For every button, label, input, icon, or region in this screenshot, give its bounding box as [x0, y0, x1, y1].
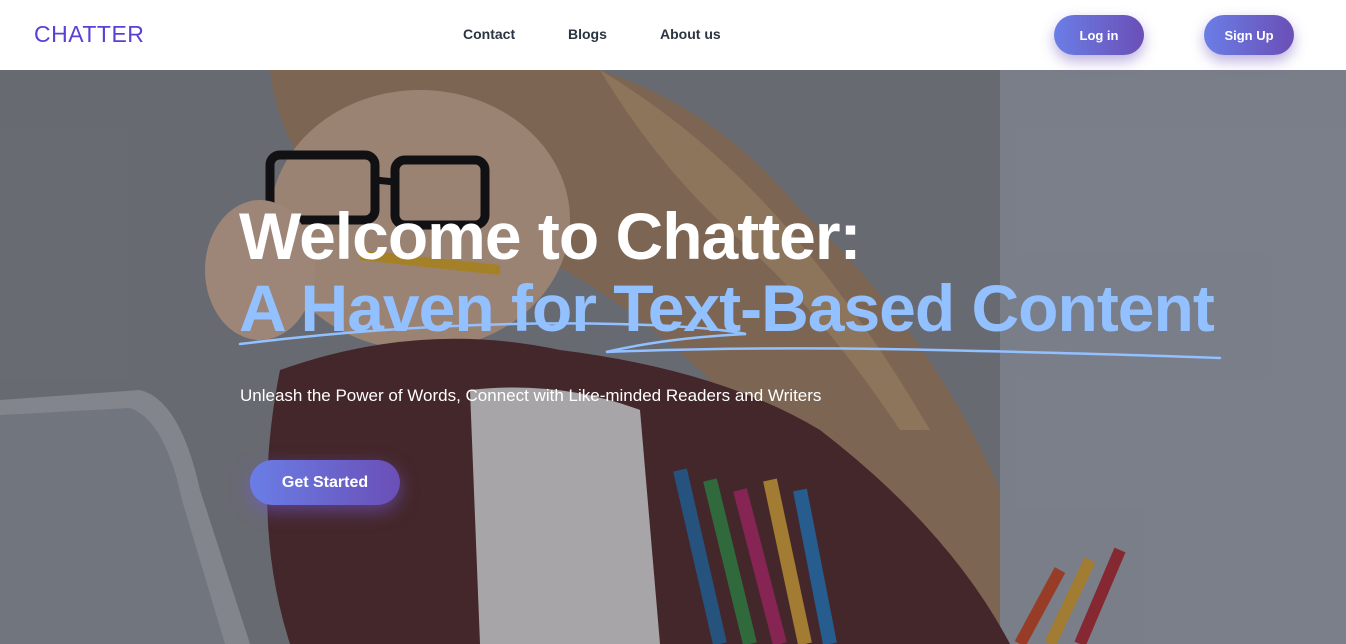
signup-button[interactable]: Sign Up: [1204, 15, 1294, 55]
hero-title-line1: Welcome to Chatter:: [239, 199, 862, 273]
nav-link-blogs[interactable]: Blogs: [568, 26, 607, 42]
login-button[interactable]: Log in: [1054, 15, 1144, 55]
nav-link-contact[interactable]: Contact: [463, 26, 515, 42]
nav-link-about-us[interactable]: About us: [660, 26, 721, 42]
top-navbar: CHATTER Contact Blogs About us Log in Si…: [0, 0, 1346, 70]
hero-section: Welcome to Chatter: A Haven for Text-Bas…: [0, 70, 1346, 644]
brand-logo[interactable]: CHATTER: [34, 21, 144, 48]
hero-underline-squiggle: [238, 322, 1222, 360]
hero-subtitle: Unleash the Power of Words, Connect with…: [240, 386, 822, 405]
get-started-button[interactable]: Get Started: [250, 460, 400, 505]
